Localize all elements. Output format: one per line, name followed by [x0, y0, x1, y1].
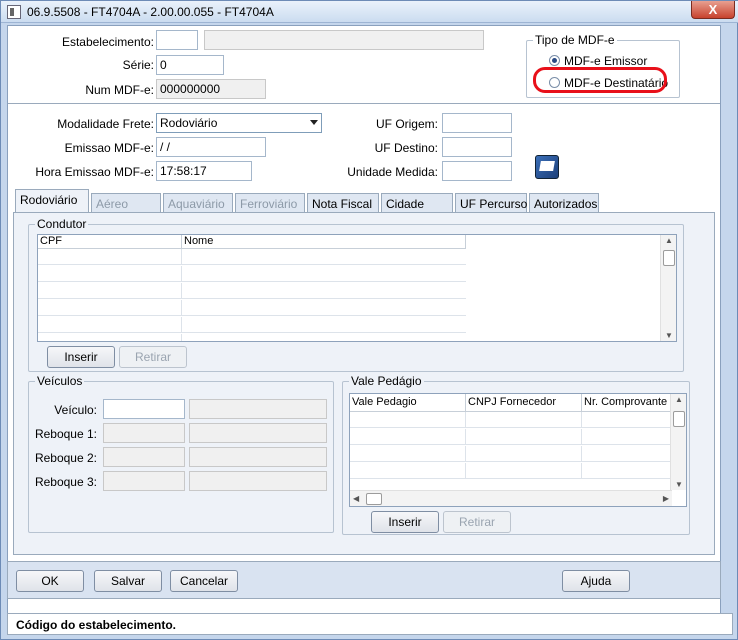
uf-destino-input[interactable] [442, 137, 512, 157]
tipo-mdfe-legend: Tipo de MDF-e [533, 33, 617, 47]
vale-col-cnpj: CNPJ Fornecedor [466, 394, 582, 412]
title-bar: 06.9.5508 - FT4704A - 2.00.00.055 - FT47… [1, 1, 738, 23]
tab-aquaviario[interactable]: Aquaviário [163, 193, 233, 213]
condutor-retirar-button[interactable]: Retirar [119, 346, 187, 368]
reboque2-label: Reboque 2: [34, 451, 97, 465]
radio-mdfe-emissor-label: MDF-e Emissor [564, 54, 648, 68]
scroll-up-icon[interactable]: ▲ [675, 395, 683, 404]
veiculo-label: Veículo: [54, 403, 97, 417]
transport-section: Modalidade Frete: Rodoviário Emissao MDF… [8, 105, 720, 187]
reboque1-input[interactable] [103, 423, 185, 443]
scroll-thumb[interactable] [663, 250, 675, 266]
num-mdfe-field: 000000000 [156, 79, 266, 99]
uf-origem-label: UF Origem: [375, 117, 438, 131]
condutor-legend: Condutor [35, 217, 89, 231]
modalidade-label: Modalidade Frete: [57, 117, 154, 131]
tab-rodoviario[interactable]: Rodoviário [15, 189, 89, 214]
book-icon[interactable] [535, 155, 559, 179]
cancelar-button[interactable]: Cancelar [170, 570, 238, 592]
close-button[interactable]: X [691, 1, 735, 19]
reboque3-description [189, 471, 327, 491]
status-bar: Código do estabelecimento. [7, 613, 733, 635]
chevron-down-icon [310, 120, 318, 125]
table-row[interactable] [38, 334, 466, 341]
table-row[interactable] [350, 429, 672, 445]
table-row[interactable] [38, 283, 466, 299]
vale-col-vale: Vale Pedagio [350, 394, 466, 412]
vale-vscrollbar[interactable]: ▲ ▼ [670, 394, 686, 490]
table-row[interactable] [38, 317, 466, 333]
main-window: 06.9.5508 - FT4704A - 2.00.00.055 - FT47… [0, 0, 738, 640]
num-mdfe-label: Num MDF-e: [85, 83, 154, 97]
vale-retirar-button[interactable]: Retirar [443, 511, 511, 533]
vale-inserir-button[interactable]: Inserir [371, 511, 439, 533]
hora-input[interactable]: 17:58:17 [156, 161, 252, 181]
reboque3-input[interactable] [103, 471, 185, 491]
unidade-label: Unidade Medida: [347, 165, 438, 179]
unidade-input[interactable] [442, 161, 512, 181]
scroll-down-icon[interactable]: ▼ [665, 331, 673, 340]
serie-input[interactable]: 0 [156, 55, 224, 75]
reboque3-label: Reboque 3: [34, 475, 97, 489]
condutor-col-nome: Nome [182, 235, 466, 249]
estabelecimento-label: Estabelecimento: [61, 35, 154, 49]
condutor-group: Condutor CPF Nome ▲ ▼ Inserir Retirar [28, 217, 684, 372]
window-title: 06.9.5508 - FT4704A - 2.00.00.055 - FT47… [27, 5, 274, 19]
estabelecimento-description [204, 30, 484, 50]
estabelecimento-input[interactable] [156, 30, 198, 50]
table-row[interactable] [38, 249, 466, 265]
modalidade-value: Rodoviário [160, 116, 218, 130]
tab-cidade[interactable]: Cidade [381, 193, 453, 213]
table-row[interactable] [38, 266, 466, 282]
tab-ferroviario[interactable]: Ferroviário [235, 193, 305, 213]
vale-pedagio-legend: Vale Pedágio [349, 374, 424, 388]
app-icon [7, 5, 21, 19]
serie-label: Série: [122, 58, 154, 72]
table-row[interactable] [350, 463, 672, 479]
tab-autorizados[interactable]: Autorizados [529, 193, 599, 213]
button-bar: OK Salvar Cancelar Ajuda [7, 561, 721, 599]
condutor-col-cpf: CPF [38, 235, 182, 249]
emissao-label: Emissao MDF-e: [64, 141, 154, 155]
scroll-left-icon[interactable]: ◀ [353, 494, 359, 503]
emissao-input[interactable]: / / [156, 137, 266, 157]
tab-panel-rodoviario: Condutor CPF Nome ▲ ▼ Inserir Retirar Ve… [13, 212, 715, 555]
uf-destino-label: UF Destino: [374, 141, 438, 155]
highlight-annotation [533, 67, 667, 93]
ajuda-button[interactable]: Ajuda [562, 570, 630, 592]
veiculo-input[interactable] [103, 399, 185, 419]
table-row[interactable] [350, 446, 672, 462]
tab-nota-fiscal[interactable]: Nota Fiscal [307, 193, 379, 213]
salvar-button[interactable]: Salvar [94, 570, 162, 592]
vale-pedagio-group: Vale Pedágio Vale Pedagio CNPJ Fornecedo… [342, 374, 690, 535]
condutor-vscrollbar[interactable]: ▲ ▼ [660, 235, 676, 341]
uf-origem-input[interactable] [442, 113, 512, 133]
modalidade-select[interactable]: Rodoviário [156, 113, 322, 133]
scroll-up-icon[interactable]: ▲ [665, 236, 673, 245]
scroll-thumb[interactable] [366, 493, 382, 505]
veiculos-legend: Veículos [35, 374, 85, 388]
reboque1-label: Reboque 1: [34, 427, 97, 441]
tab-aereo[interactable]: Aéreo [91, 193, 161, 213]
scroll-right-icon[interactable]: ▶ [663, 494, 669, 503]
condutor-inserir-button[interactable]: Inserir [47, 346, 115, 368]
vale-hscrollbar[interactable]: ◀ ▶ [350, 490, 672, 506]
reboque1-description [189, 423, 327, 443]
vale-pedagio-grid[interactable]: Vale Pedagio CNPJ Fornecedor Nr. Comprov… [349, 393, 687, 507]
vale-col-comprovante: Nr. Comprovante [582, 394, 672, 412]
tab-uf-percurso[interactable]: UF Percurso [455, 193, 527, 213]
radio-selected-icon [549, 55, 560, 66]
reboque2-description [189, 447, 327, 467]
hora-label: Hora Emissao MDF-e: [35, 165, 154, 179]
table-row[interactable] [350, 412, 672, 428]
table-row[interactable] [38, 300, 466, 316]
ok-button[interactable]: OK [16, 570, 84, 592]
scroll-down-icon[interactable]: ▼ [675, 480, 683, 489]
condutor-grid[interactable]: CPF Nome ▲ ▼ [37, 234, 677, 342]
veiculos-group: Veículos Veículo: Reboque 1: Reboque 2: … [28, 374, 334, 533]
veiculo-description [189, 399, 327, 419]
scroll-thumb[interactable] [673, 411, 685, 427]
reboque2-input[interactable] [103, 447, 185, 467]
